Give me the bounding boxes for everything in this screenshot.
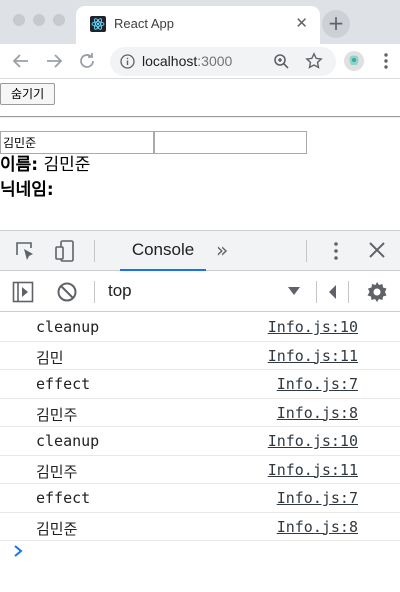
reload-icon[interactable] bbox=[76, 50, 98, 72]
browser-toolbar: localhost:3000 bbox=[0, 44, 400, 79]
address-bar[interactable]: localhost:3000 bbox=[110, 47, 336, 76]
console-source-link[interactable]: Info.js:11 bbox=[268, 461, 358, 479]
clear-console-icon[interactable] bbox=[56, 281, 78, 303]
tab-console[interactable]: Console bbox=[120, 231, 206, 271]
nickname-input[interactable] bbox=[154, 131, 307, 154]
console-row: 김민주 Info.js:11 bbox=[0, 456, 400, 484]
new-tab-button[interactable]: + bbox=[322, 10, 350, 38]
browser-tab[interactable]: React App ✕ bbox=[76, 6, 320, 44]
console-message: 김민주 bbox=[36, 462, 78, 481]
console-row: effect Info.js:7 bbox=[0, 370, 400, 399]
forward-icon[interactable] bbox=[43, 50, 65, 72]
close-devtools-icon[interactable] bbox=[366, 239, 388, 261]
horizontal-divider bbox=[0, 116, 400, 118]
name-label: 이름: bbox=[0, 155, 39, 175]
name-input[interactable] bbox=[0, 131, 154, 154]
toolbar-separator bbox=[94, 240, 95, 262]
minimize-window-button[interactable] bbox=[33, 14, 45, 26]
console-row: 김민주 Info.js:8 bbox=[0, 399, 400, 427]
nickname-label: 닉네임: bbox=[0, 180, 54, 200]
sidebar-arrow-icon[interactable] bbox=[328, 284, 338, 300]
zoom-icon[interactable] bbox=[273, 53, 290, 70]
maximize-window-button[interactable] bbox=[53, 14, 65, 26]
console-message: effect bbox=[36, 489, 91, 507]
nickname-display: 닉네임: bbox=[0, 179, 54, 201]
extension-icon[interactable] bbox=[344, 51, 364, 71]
console-source-link[interactable]: Info.js:7 bbox=[277, 375, 358, 393]
console-source-link[interactable]: Info.js:7 bbox=[277, 489, 358, 507]
name-value: 김민준 bbox=[43, 155, 91, 175]
react-favicon-icon bbox=[90, 16, 106, 32]
name-display: 이름: 김민준 bbox=[0, 154, 90, 176]
page-viewport: 숨기기 이름: 김민준 닉네임: bbox=[0, 80, 400, 230]
devtools-panel: Console » top cleanup Info.js:10 김민 Info… bbox=[0, 230, 400, 592]
hide-button[interactable]: 숨기기 bbox=[0, 83, 56, 105]
console-source-link[interactable]: Info.js:10 bbox=[268, 318, 358, 336]
console-row: 김민준 Info.js:8 bbox=[0, 513, 400, 541]
console-prompt[interactable] bbox=[0, 541, 400, 569]
console-source-link[interactable]: Info.js:10 bbox=[268, 432, 358, 450]
more-tabs-icon[interactable]: » bbox=[216, 238, 228, 262]
console-log-list: cleanup Info.js:10 김민 Info.js:11 effect … bbox=[0, 313, 400, 569]
toolbar-separator bbox=[348, 281, 349, 303]
url-text: localhost:3000 bbox=[142, 53, 233, 69]
console-source-link[interactable]: Info.js:8 bbox=[277, 404, 358, 422]
prompt-chevron-icon bbox=[14, 545, 23, 557]
console-message: 김민주 bbox=[36, 405, 78, 424]
console-row: 김민 Info.js:11 bbox=[0, 342, 400, 370]
devtools-menu-icon[interactable] bbox=[326, 241, 346, 261]
close-window-button[interactable] bbox=[13, 14, 25, 26]
tab-title: React App bbox=[114, 16, 174, 31]
gear-icon[interactable] bbox=[365, 280, 389, 304]
context-select[interactable]: top bbox=[108, 281, 132, 301]
console-source-link[interactable]: Info.js:11 bbox=[268, 347, 358, 365]
console-message: cleanup bbox=[36, 318, 100, 336]
console-source-link[interactable]: Info.js:8 bbox=[277, 518, 358, 536]
device-toolbar-icon[interactable] bbox=[54, 239, 76, 263]
tab-close-icon[interactable]: ✕ bbox=[295, 14, 308, 32]
toolbar-separator bbox=[306, 240, 307, 262]
console-filterbar: top bbox=[0, 272, 400, 312]
devtools-tabbar: Console » bbox=[0, 231, 400, 271]
sidebar-toggle-icon[interactable] bbox=[12, 281, 34, 303]
console-message: 김민준 bbox=[36, 519, 78, 538]
console-row: effect Info.js:7 bbox=[0, 484, 400, 513]
info-icon[interactable] bbox=[120, 54, 135, 69]
console-message: effect bbox=[36, 375, 91, 393]
menu-icon[interactable] bbox=[378, 52, 394, 70]
toolbar-separator bbox=[316, 281, 317, 303]
star-icon[interactable] bbox=[305, 52, 323, 70]
console-message: 김민 bbox=[36, 348, 64, 367]
inspect-element-icon[interactable] bbox=[14, 240, 36, 262]
console-row: cleanup Info.js:10 bbox=[0, 427, 400, 456]
browser-tabstrip: React App ✕ + bbox=[0, 0, 400, 44]
console-message: cleanup bbox=[36, 432, 100, 450]
chevron-down-icon[interactable] bbox=[288, 286, 300, 296]
back-icon[interactable] bbox=[10, 50, 32, 72]
console-row: cleanup Info.js:10 bbox=[0, 313, 400, 342]
toolbar-separator bbox=[94, 281, 95, 303]
